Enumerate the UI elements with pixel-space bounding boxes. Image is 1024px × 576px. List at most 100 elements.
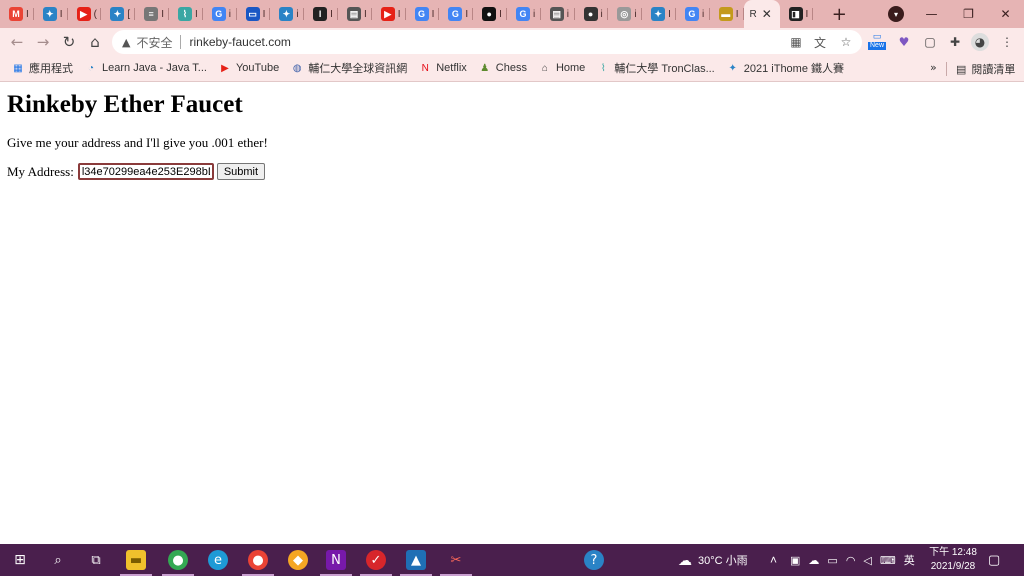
- reading-list-button[interactable]: ▤ 閱讀清單: [956, 61, 1015, 77]
- notification-icon: ▢: [988, 552, 1001, 567]
- reading-list-label: 閱讀清單: [971, 64, 1016, 76]
- bookmark-label: Home: [555, 62, 586, 74]
- bookmark-item[interactable]: ⌂ Home: [539, 62, 585, 74]
- tab[interactable]: ▤ i: [541, 0, 575, 28]
- url-text[interactable]: rinkeby-faucet.com: [189, 35, 290, 49]
- bookmarks-overflow-button[interactable]: »: [930, 61, 937, 74]
- tab[interactable]: ⌇ I: [169, 0, 203, 28]
- edge-taskbar-button[interactable]: e: [198, 544, 238, 576]
- bookmark-item[interactable]: ♟ Chess: [479, 62, 527, 74]
- bookmark-item[interactable]: ◍ 輔仁大學全球資訊網: [291, 60, 407, 76]
- bookmark-star-icon[interactable]: ☆: [838, 35, 854, 49]
- tab[interactable]: MI: [0, 0, 34, 28]
- scissors-icon: ✂: [450, 552, 462, 568]
- start-button[interactable]: ⊞: [0, 544, 40, 576]
- search-button[interactable]: ⌕: [38, 544, 78, 576]
- bookmark-label: 輔仁大學全球資訊網: [308, 63, 408, 75]
- weather-widget[interactable]: ☁ 30°C 小雨: [678, 544, 748, 576]
- submit-button[interactable]: Submit: [216, 163, 266, 180]
- bookmark-icon: ♟: [480, 62, 490, 74]
- profile-avatar[interactable]: ◕: [971, 33, 989, 51]
- extensions-puzzle-icon[interactable]: ✚: [946, 33, 964, 51]
- clock[interactable]: 下午 12:48 2021/9/28: [928, 546, 978, 574]
- tab-favicon-icon: ◎: [617, 7, 632, 21]
- security-taskbar-button[interactable]: ✓: [356, 544, 396, 576]
- onenote-taskbar-button[interactable]: N: [316, 544, 356, 576]
- warning-icon[interactable]: ▲: [122, 36, 130, 49]
- ime-indicator[interactable]: 英: [904, 552, 915, 568]
- translate-icon[interactable]: 文: [812, 35, 828, 50]
- forward-button[interactable]: →: [32, 31, 54, 53]
- close-tab-icon[interactable]: ✕: [762, 7, 772, 21]
- tab[interactable]: Gi: [676, 0, 710, 28]
- bookmark-label: 輔仁大學 TronClas...: [614, 63, 715, 75]
- chrome-profile-taskbar-button[interactable]: ●: [238, 544, 278, 576]
- tab[interactable]: GI: [406, 0, 440, 28]
- volume-icon[interactable]: ◁: [863, 554, 871, 567]
- tab[interactable]: ▶(: [68, 0, 102, 28]
- bookmark-item[interactable]: ◔ Learn Java - Java T...: [85, 62, 207, 74]
- reading-list-icon: ▤: [956, 63, 967, 76]
- onedrive-icon[interactable]: ☁: [808, 554, 819, 567]
- tab[interactable]: ◨ I: [780, 0, 814, 28]
- show-hidden-icons-button[interactable]: ˄: [770, 544, 777, 576]
- extension-new-icon[interactable]: ▭ New: [868, 32, 887, 50]
- file-explorer-button[interactable]: ▬: [116, 544, 156, 576]
- bookmark-icon: ✦: [728, 62, 737, 74]
- qr-code-icon[interactable]: ▦: [788, 35, 804, 49]
- bookmark-item[interactable]: N Netflix: [419, 62, 467, 74]
- keyboard-icon[interactable]: ⌨: [880, 554, 896, 567]
- bookmark-label: Learn Java - Java T...: [102, 62, 207, 74]
- back-button[interactable]: ←: [6, 31, 28, 53]
- tab-title: i: [701, 8, 705, 20]
- tab[interactable]: ✦ i: [270, 0, 304, 28]
- tab[interactable]: II: [304, 0, 338, 28]
- heart-extension-icon[interactable]: ♥: [895, 33, 913, 51]
- tab[interactable]: ≡ I: [135, 0, 169, 28]
- address-input[interactable]: [77, 163, 214, 180]
- menu-icon[interactable]: ⋮: [998, 33, 1016, 51]
- tab[interactable]: ▤ I: [338, 0, 372, 28]
- tab[interactable]: ✦ I: [34, 0, 68, 28]
- tab[interactable]: ✦ I: [642, 0, 676, 28]
- meet-now-icon[interactable]: ▣: [790, 554, 800, 567]
- tab[interactable]: Gi: [203, 0, 237, 28]
- snipping-taskbar-button[interactable]: ✂: [436, 544, 476, 576]
- insecure-label[interactable]: 不安全: [136, 34, 172, 51]
- chrome-taskbar-button[interactable]: ●: [158, 544, 198, 576]
- tab[interactable]: ▶ I: [372, 0, 406, 28]
- tab[interactable]: ◎ i: [608, 0, 642, 28]
- tab-title: I: [397, 8, 401, 20]
- tab[interactable]: GI: [439, 0, 473, 28]
- wifi-icon[interactable]: ◠: [846, 554, 856, 567]
- battery-icon[interactable]: ▭: [827, 554, 837, 567]
- tab[interactable]: ● i: [575, 0, 609, 28]
- address-bar[interactable]: ▲ 不安全 rinkeby-faucet.com ▦ 文 ☆: [112, 30, 862, 54]
- restore-button[interactable]: ❐: [950, 0, 987, 28]
- notification-center-button[interactable]: ▢: [988, 544, 1000, 576]
- bookmark-item[interactable]: ▶ YouTube: [219, 62, 279, 74]
- reload-button[interactable]: ↻: [58, 31, 80, 53]
- bookmark-item[interactable]: ⌇ 輔仁大學 TronClas...: [597, 60, 715, 76]
- help-taskbar-button[interactable]: ?: [574, 544, 614, 576]
- bookmark-item[interactable]: ✦ 2021 iThome 鐵人賽: [727, 60, 844, 76]
- home-button[interactable]: ⌂: [84, 31, 106, 53]
- task-view-button[interactable]: ⧉: [76, 544, 116, 576]
- clock-time: 下午 12:48: [929, 547, 977, 558]
- tab-active[interactable]: R ✕: [743, 0, 780, 28]
- tab[interactable]: ✦[: [101, 0, 135, 28]
- bookmark-item[interactable]: ▦ 應用程式: [12, 60, 73, 76]
- tab[interactable]: ▭ I: [237, 0, 271, 28]
- tab[interactable]: ▬ I: [710, 0, 744, 28]
- window-close-button[interactable]: ✕: [987, 0, 1024, 28]
- tab[interactable]: ● I: [473, 0, 507, 28]
- tab-favicon-icon: G: [211, 7, 226, 21]
- tab-title: R: [749, 8, 757, 20]
- photos-taskbar-button[interactable]: ▲: [396, 544, 436, 576]
- minimize-button[interactable]: —: [913, 0, 950, 28]
- tab-search-icon[interactable]: ▾: [888, 6, 904, 22]
- vpn-taskbar-button[interactable]: ◆: [278, 544, 318, 576]
- tab[interactable]: Gi: [507, 0, 541, 28]
- new-tab-button[interactable]: +: [825, 0, 853, 28]
- cast-icon[interactable]: ▢: [921, 33, 939, 51]
